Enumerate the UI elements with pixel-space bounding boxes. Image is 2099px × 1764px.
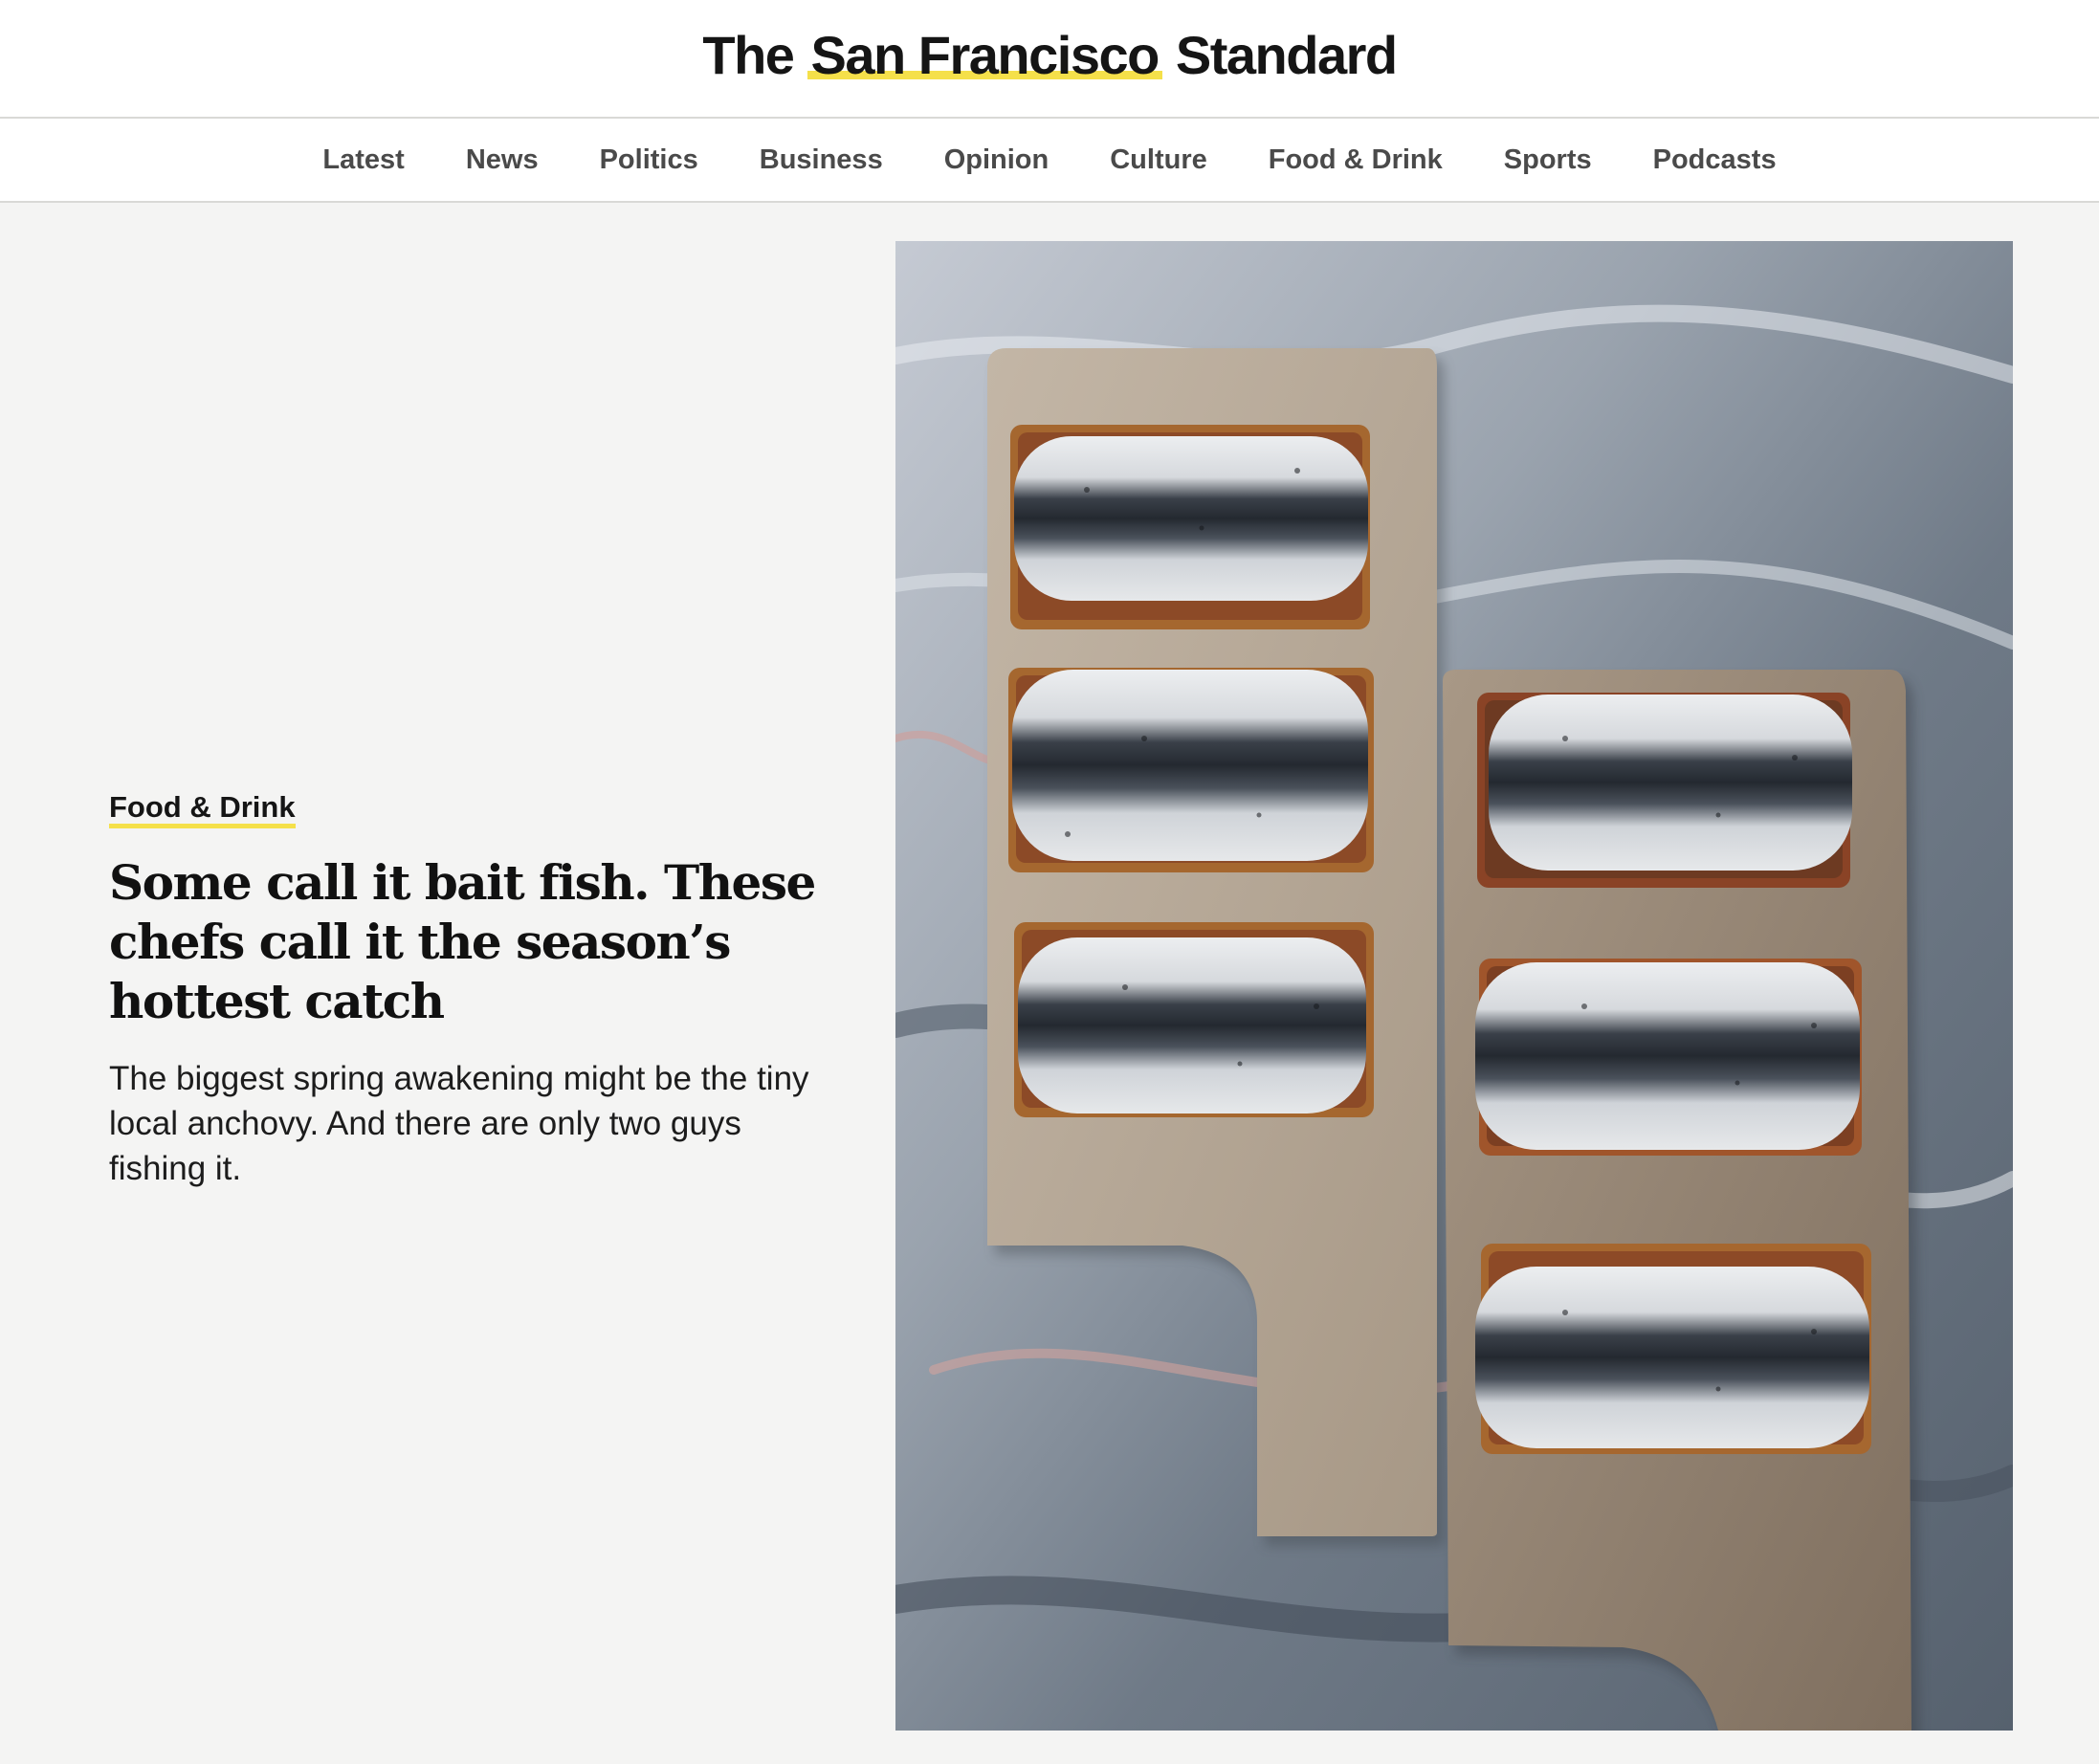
anchovy-toast-4 (1477, 693, 1852, 888)
story-headline[interactable]: Some call it bait fish. These chefs call… (109, 853, 836, 1031)
logo-text-suffix: Standard (1175, 25, 1398, 85)
anchovy-toast-6 (1475, 1244, 1871, 1454)
story-dek: The biggest spring awakening might be th… (109, 1060, 809, 1187)
nav-item-politics[interactable]: Politics (600, 144, 698, 176)
story-photo[interactable] (895, 241, 2013, 1731)
nav-item-sports[interactable]: Sports (1504, 144, 1592, 176)
nav-item-culture[interactable]: Culture (1110, 144, 1207, 176)
nav-item-latest[interactable]: Latest (322, 144, 404, 176)
story-section-link[interactable]: Food & Drink (109, 788, 296, 828)
site-logo[interactable]: The San Francisco Standard (0, 21, 2099, 90)
section-nav: Latest News Politics Business Opinion Cu… (0, 119, 2099, 203)
anchovy-toast-photo (895, 241, 2013, 1731)
anchovy-toast-3 (1014, 922, 1374, 1117)
story-text-block: Food & Drink Some call it bait fish. The… (109, 788, 836, 1191)
nav-item-food-drink[interactable]: Food & Drink (1269, 144, 1443, 176)
nav-item-opinion[interactable]: Opinion (944, 144, 1050, 176)
anchovy-toast-1 (1010, 425, 1370, 629)
anchovy-toast-2 (1008, 668, 1374, 872)
nav-item-news[interactable]: News (466, 144, 539, 176)
nav-item-podcasts[interactable]: Podcasts (1653, 144, 1777, 176)
logo-text-prefix: The (702, 25, 795, 85)
logo-text-highlight: San Francisco (806, 25, 1162, 85)
site-header: The San Francisco Standard (0, 0, 2099, 119)
nav-item-business[interactable]: Business (760, 144, 883, 176)
anchovy-toast-5 (1475, 959, 1862, 1156)
